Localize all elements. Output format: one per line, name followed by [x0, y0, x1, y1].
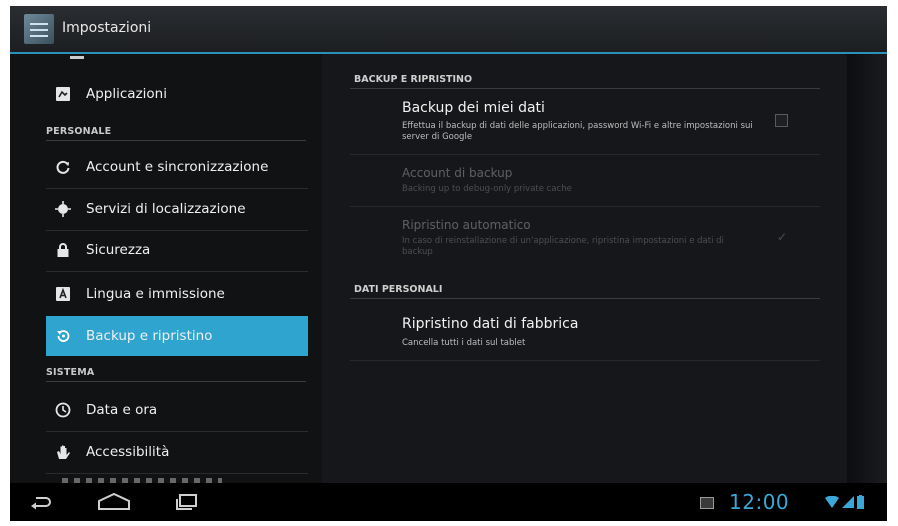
sidebar-item-location[interactable]: Servizi di localizzazione	[46, 191, 308, 227]
sidebar-item-label: Data e ora	[86, 402, 158, 418]
recent-apps-icon	[176, 494, 197, 510]
home-button[interactable]	[94, 489, 134, 515]
system-bar: 12:00	[10, 483, 887, 521]
sidebar-item-security[interactable]: Sicurezza	[46, 232, 308, 268]
section-header-personal: DATI PERSONALI	[354, 284, 443, 295]
category-divider	[46, 381, 306, 382]
item-divider	[46, 188, 308, 189]
hand-icon	[54, 443, 72, 461]
backup-details-panel: BACKUP E RIPRISTINO Backup dei miei dati…	[322, 54, 847, 483]
settings-categories-list[interactable]: Applicazioni PERSONALE Account e sincron…	[38, 54, 322, 483]
back-button[interactable]	[26, 489, 56, 515]
sidebar-item-label: Applicazioni	[86, 86, 167, 102]
status-icons[interactable]	[825, 495, 864, 509]
backup-data-checkbox[interactable]	[775, 114, 788, 127]
section-divider	[350, 298, 820, 299]
sidebar-item-accessibility[interactable]: Accessibilità	[46, 434, 308, 470]
pref-divider	[350, 360, 820, 361]
back-icon	[31, 497, 51, 510]
pref-summary: Cancella tutti i dati sul tablet	[402, 338, 526, 348]
auto-restore-checkmark-icon: ✓	[777, 230, 788, 244]
home-icon	[98, 492, 130, 510]
sidebar-item-date-time[interactable]: Data e ora	[46, 392, 308, 428]
battery-icon	[857, 495, 864, 509]
sidebar-item-label: Accessibilità	[86, 444, 170, 460]
pref-title: Backup dei miei dati	[402, 100, 545, 116]
wifi-icon	[825, 496, 839, 508]
pref-factory-reset[interactable]: Ripristino dati di fabbrica Cancella tut…	[322, 302, 822, 358]
clock-icon	[54, 401, 72, 419]
backup-icon	[54, 327, 72, 345]
action-bar: Impostazioni	[10, 6, 887, 54]
language-icon	[54, 285, 72, 303]
sidebar-item-applicazioni[interactable]: Applicazioni	[46, 76, 308, 112]
pref-backup-data[interactable]: Backup dei miei dati Effettua il backup …	[322, 90, 822, 154]
pref-divider	[350, 206, 820, 207]
panel-edge	[847, 54, 887, 483]
sidebar-item-account-sync[interactable]: Account e sincronizzazione	[46, 149, 308, 185]
tablet-screen: Impostazioni Applicazioni PERSONALE Acco…	[10, 6, 887, 521]
category-divider	[46, 140, 306, 141]
settings-content: Applicazioni PERSONALE Account e sincron…	[10, 54, 887, 483]
previous-item-edge	[70, 56, 84, 59]
apps-icon	[54, 85, 72, 103]
recent-apps-button[interactable]	[172, 489, 202, 515]
lock-icon	[54, 241, 72, 259]
section-header-backup: BACKUP E RIPRISTINO	[354, 74, 473, 85]
item-divider	[46, 271, 308, 272]
item-divider	[46, 473, 308, 474]
section-divider	[350, 88, 820, 89]
pref-summary: In caso di reinstallazione di un'applica…	[402, 236, 724, 257]
pref-title: Ripristino dati di fabbrica	[402, 316, 579, 332]
app-title: Impostazioni	[62, 20, 152, 36]
screenshot-notification-icon[interactable]	[700, 497, 714, 509]
sidebar-item-label: Lingua e immissione	[86, 286, 225, 302]
sync-icon	[54, 158, 72, 176]
sidebar-item-backup[interactable]: Backup e ripristino	[46, 316, 308, 356]
pref-summary: Effettua il backup di dati delle applica…	[402, 121, 753, 142]
category-sistema: SISTEMA	[46, 367, 95, 378]
pref-divider	[350, 154, 820, 155]
sidebar-item-label: Servizi di localizzazione	[86, 201, 246, 217]
pref-auto-restore: Ripristino automatico In caso di reinsta…	[322, 208, 822, 270]
sidebar-item-label: Backup e ripristino	[86, 328, 213, 344]
sidebar-item-label: Sicurezza	[86, 242, 151, 258]
category-personale: PERSONALE	[46, 126, 112, 137]
settings-app-icon[interactable]	[24, 14, 54, 44]
sidebar-item-label: Account e sincronizzazione	[86, 159, 269, 175]
status-clock[interactable]: 12:00	[729, 490, 789, 514]
item-divider	[46, 230, 308, 231]
pref-summary: Backing up to debug-only private cache	[402, 184, 572, 194]
item-divider	[46, 431, 308, 432]
pref-backup-account: Account di backup Backing up to debug-on…	[322, 156, 822, 204]
location-icon	[54, 200, 72, 218]
signal-icon	[842, 496, 854, 508]
pref-title: Ripristino automatico	[402, 218, 531, 232]
sidebar-item-language[interactable]: Lingua e immissione	[46, 276, 308, 312]
pref-title: Account di backup	[402, 166, 513, 180]
